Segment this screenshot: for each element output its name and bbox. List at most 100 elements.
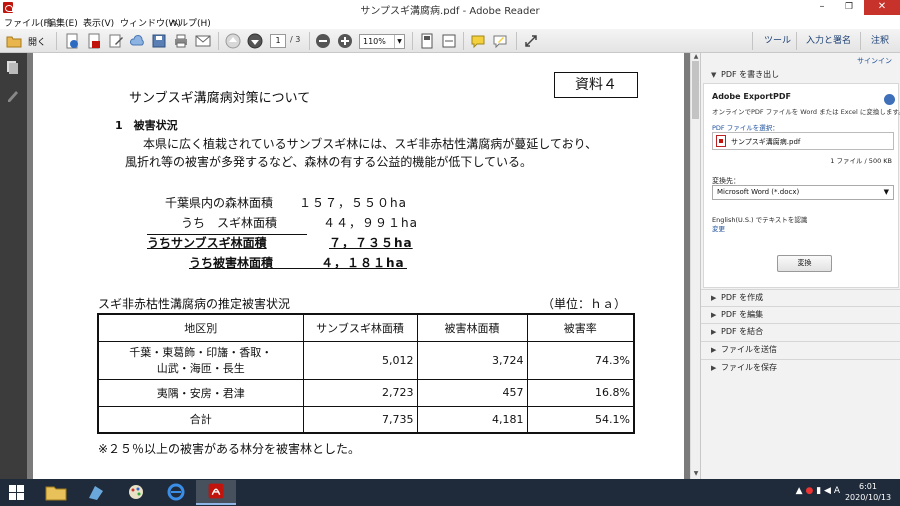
stat-label-sugi: うち スギ林面積 (181, 216, 278, 230)
selected-file[interactable]: サンプスギ溝腐病.pdf (712, 132, 894, 150)
toolbar-divider (309, 32, 310, 50)
cell-damaged: 3,724 (416, 340, 528, 380)
close-button[interactable]: ✕ (864, 0, 900, 15)
panel-save-file[interactable]: ▶ ファイルを保存 (701, 359, 900, 375)
table-caption: スギ非赤枯性溝腐病の推定被害状況 (98, 297, 291, 311)
minimize-button[interactable]: – (809, 0, 835, 15)
refresh-icon[interactable] (884, 94, 895, 105)
menu-view[interactable]: 表示(V) (83, 16, 114, 29)
windows-start-icon[interactable] (0, 479, 34, 506)
format-select[interactable]: Microsoft Word (*.docx) ▼ (712, 185, 894, 200)
save-icon[interactable] (151, 33, 167, 49)
zoom-value: 110% (363, 37, 386, 46)
highlight-icon[interactable] (492, 33, 508, 49)
internet-explorer-icon[interactable] (156, 480, 196, 505)
page-total: / 3 (290, 35, 301, 44)
page-number-input[interactable]: 1 (270, 34, 286, 48)
document-page: 資料４ サンブスギ溝腐病対策について 1 被害状況 本県に広く植栽されているサン… (33, 53, 684, 479)
network-icon[interactable]: ▮ (816, 486, 821, 496)
email-icon[interactable] (195, 33, 211, 49)
scroll-thumb[interactable] (692, 61, 699, 119)
menu-help[interactable]: ヘルプ(H) (170, 16, 211, 29)
cell-area: 5,012 (302, 340, 418, 380)
paragraph-line: 風折れ等の被害が多発するなど、森林の有する公益的機能が低下している。 (125, 155, 533, 169)
clock-date[interactable]: 2020/10/13 (838, 493, 898, 502)
cell-damaged: 4,181 (416, 405, 528, 434)
edit-pdf-icon[interactable] (108, 33, 124, 49)
tray-app-icon[interactable]: ● (805, 486, 813, 496)
export-pdf-panel: Adobe ExportPDF オンラインでPDF ファイルを Word または… (703, 83, 900, 288)
app-icon[interactable] (76, 480, 116, 505)
panel-label: PDF を作成 (721, 293, 764, 302)
page-thumbnails-icon[interactable] (6, 60, 19, 74)
vertical-scrollbar[interactable]: ▲ ▼ (690, 53, 700, 479)
panel-create-pdf[interactable]: ▶ PDF を作成 (701, 289, 900, 305)
triangle-right-icon: ▶ (711, 346, 717, 354)
convert-button[interactable]: 変換 (777, 255, 832, 272)
cell-rate: 16.8% (526, 378, 635, 407)
toolbar: 開く 1 / 3 110% ▼ ツール 入力と署名 注釈 (0, 29, 900, 53)
print-icon[interactable] (173, 33, 189, 49)
panel-export-pdf[interactable]: ▼ PDF を書き出し (701, 67, 900, 83)
triangle-right-icon: ▶ (711, 294, 717, 302)
panel-combine-pdf[interactable]: ▶ PDF を結合 (701, 323, 900, 339)
chevron-down-icon[interactable]: ▼ (394, 35, 404, 48)
create-pdf-icon[interactable] (64, 33, 80, 49)
toolbar-divider (412, 32, 413, 50)
file-explorer-icon[interactable] (36, 480, 76, 505)
fit-width-icon[interactable] (441, 33, 457, 49)
open-folder-icon[interactable] (6, 33, 22, 49)
toolbar-divider (218, 32, 219, 50)
signin-link[interactable]: サインイン (857, 56, 892, 66)
tab-fill-sign[interactable]: 入力と署名 (806, 29, 851, 53)
fit-page-icon[interactable] (419, 33, 435, 49)
region-line: 山武・海匝・長生 (156, 362, 245, 375)
chevron-up-icon[interactable]: ▲ (796, 486, 803, 496)
next-page-icon[interactable] (247, 33, 263, 49)
menu-edit[interactable]: 編集(E) (47, 16, 78, 29)
region-line: 千葉・東葛飾・印旛・香取・ (129, 346, 273, 359)
scroll-up-icon[interactable]: ▲ (692, 54, 700, 60)
chevron-down-icon[interactable]: ▼ (884, 186, 889, 199)
panel-label: PDF を結合 (721, 327, 764, 336)
maximize-button[interactable]: ❐ (836, 0, 862, 15)
clock-time[interactable]: 6:01 (843, 482, 893, 491)
header-damaged-area: 被害林面積 (416, 313, 528, 342)
tab-comment[interactable]: 注釈 (871, 29, 889, 53)
stat-value-forest: １５７，５５０ha (299, 196, 407, 210)
select-file-link[interactable]: PDF ファイルを選択： (712, 122, 779, 132)
scroll-down-icon[interactable]: ▼ (692, 471, 700, 477)
stat-label-sanbu: うちサンブスギ林面積 (147, 236, 267, 250)
underline (189, 268, 407, 269)
open-label[interactable]: 開く (28, 35, 46, 48)
expand-icon[interactable] (523, 33, 539, 49)
paragraph-line: 本県に広く植栽されているサンブスギ林には、スギ非赤枯性溝腐病が蔓延しており、 (143, 137, 598, 151)
menu-file[interactable]: ファイル(F) (4, 16, 52, 29)
header-damage-rate: 被害率 (526, 313, 635, 342)
panel-send-file[interactable]: ▶ ファイルを送信 (701, 341, 900, 357)
panel-edit-pdf[interactable]: ▶ PDF を編集 (701, 306, 900, 322)
signature-icon[interactable] (6, 88, 19, 102)
stat-label-forest: 千葉県内の森林面積 (165, 196, 274, 210)
comment-icon[interactable] (470, 33, 486, 49)
previous-page-icon[interactable] (225, 33, 241, 49)
cell-area: 2,723 (302, 378, 418, 407)
zoom-select[interactable]: 110% ▼ (359, 34, 405, 49)
triangle-down-icon: ▼ (711, 71, 717, 79)
toolbar-divider (860, 32, 861, 50)
tab-tools[interactable]: ツール (764, 29, 791, 53)
export-pdf-icon[interactable] (86, 33, 102, 49)
change-link[interactable]: 変更 (712, 223, 725, 233)
tools-pane: サインイン ▼ PDF を書き出し Adobe ExportPDF オンラインでP… (700, 53, 900, 479)
volume-icon[interactable]: ◀ (824, 486, 831, 496)
cell-rate: 54.1% (526, 405, 635, 434)
table-total-row: 合計 7,735 4,181 54.1% (97, 405, 635, 434)
zoom-in-icon[interactable] (337, 33, 353, 49)
paint-icon[interactable] (116, 480, 156, 505)
zoom-out-icon[interactable] (315, 33, 331, 49)
cloud-upload-icon[interactable] (130, 33, 146, 49)
triangle-right-icon: ▶ (711, 311, 717, 319)
triangle-right-icon: ▶ (711, 328, 717, 336)
menu-bar: ファイル(F) 編集(E) 表示(V) ウィンドウ(W) ヘルプ(H) (0, 15, 900, 29)
adobe-reader-task-icon[interactable] (196, 480, 236, 505)
